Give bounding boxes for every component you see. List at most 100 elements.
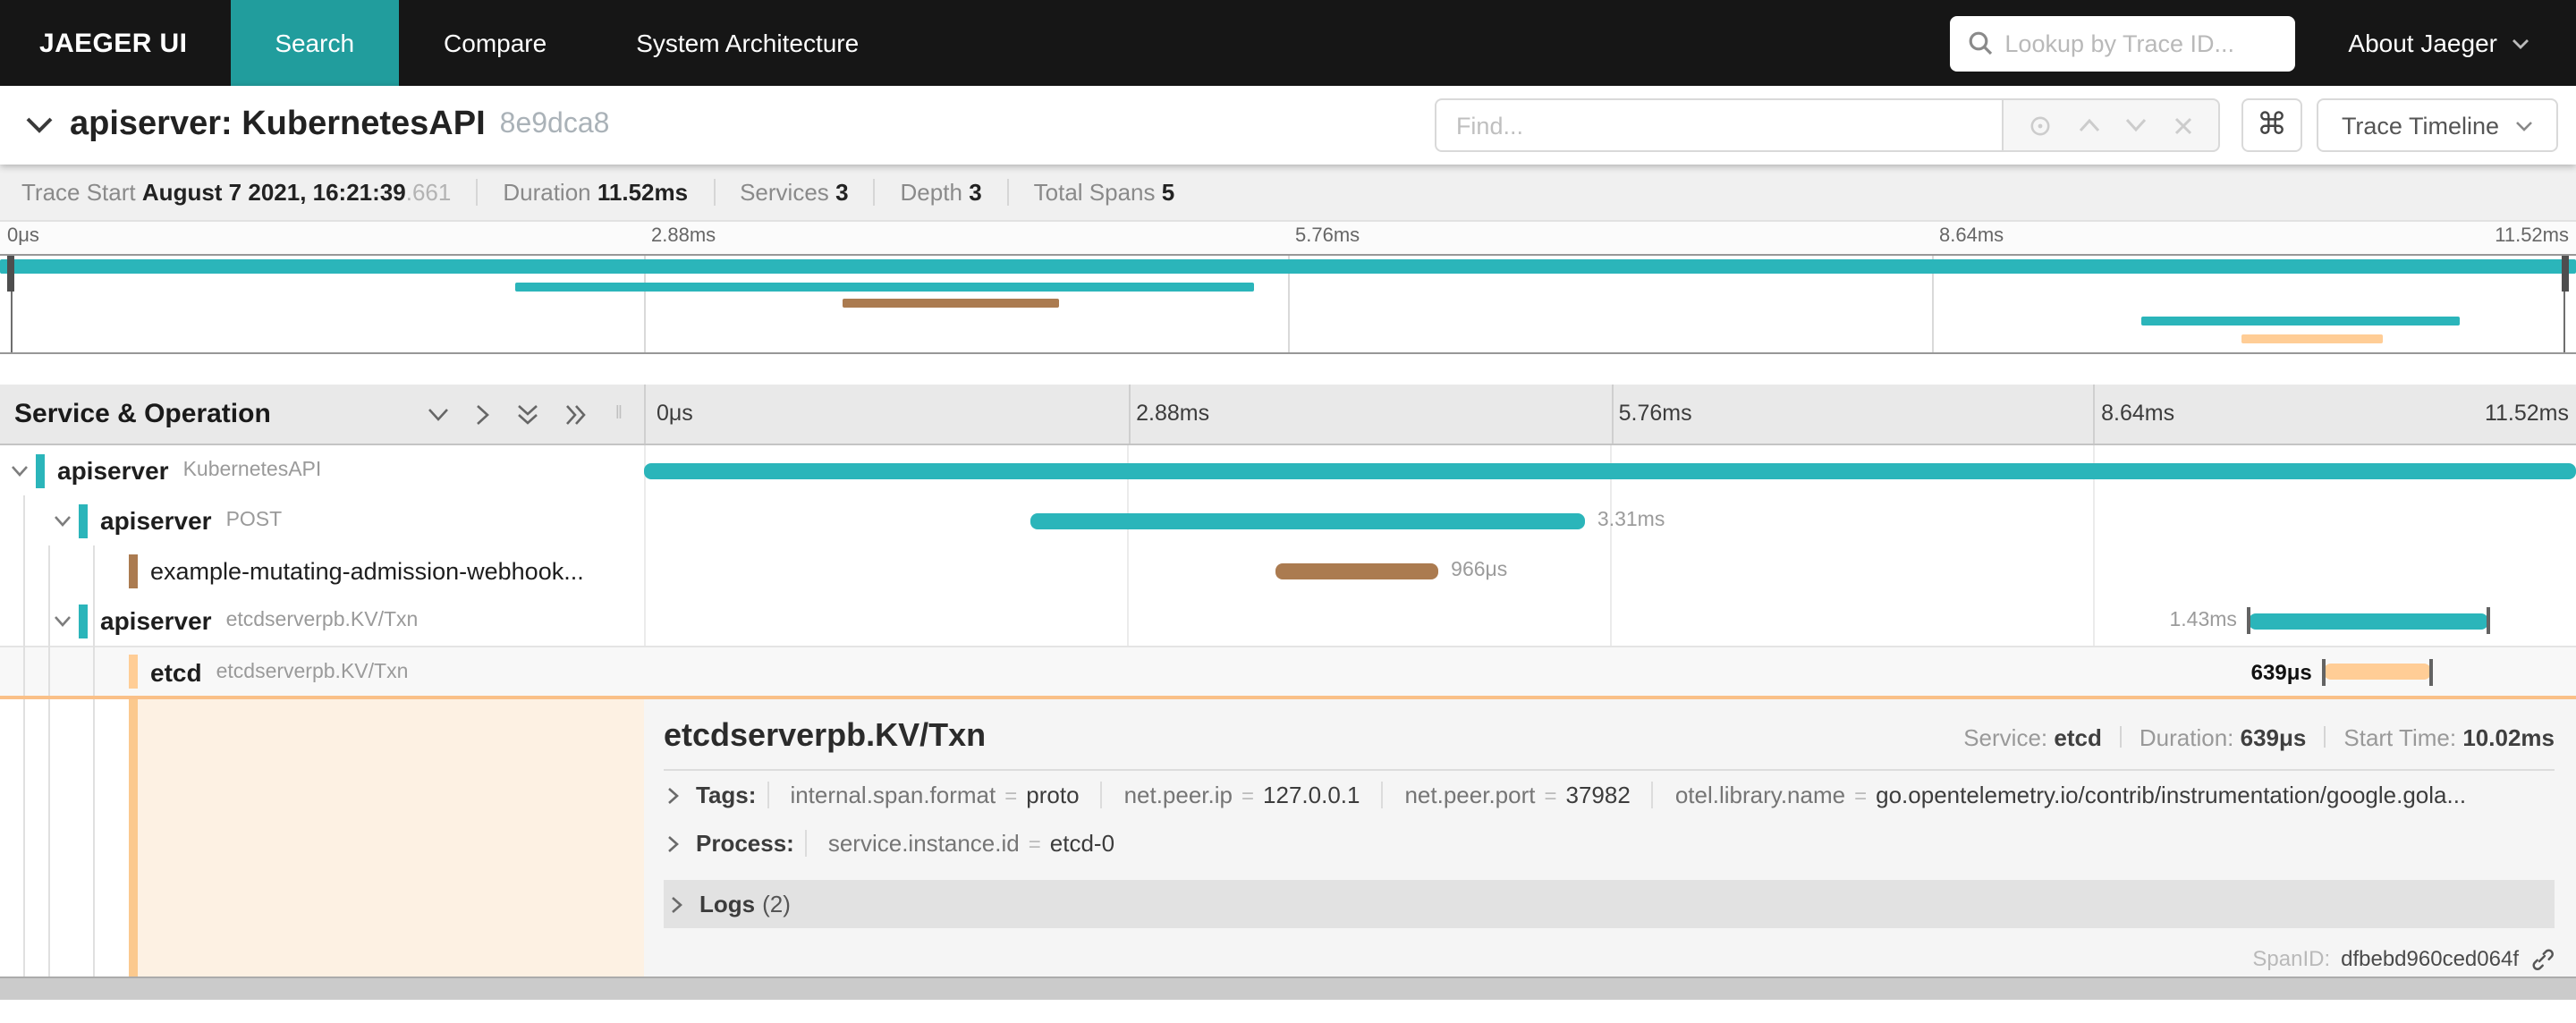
minimap-span-bar bbox=[0, 259, 2576, 274]
trace-minimap[interactable] bbox=[0, 254, 2576, 354]
minimap-span-bar bbox=[2241, 334, 2384, 343]
collapse-one-icon[interactable] bbox=[428, 407, 449, 421]
span-duration-bar[interactable]: 1.43ms bbox=[2170, 607, 2491, 634]
timeline-header-gridline bbox=[1611, 385, 1613, 444]
selected-span-color-bar bbox=[129, 699, 138, 1000]
span-row-webhook[interactable]: example-mutating-admission-webhook... 96… bbox=[0, 545, 2576, 596]
span-name-cell[interactable]: apiserver etcdserverpb.KV/Txn bbox=[0, 596, 644, 646]
column-resize-handle[interactable]: ‖ bbox=[615, 404, 623, 424]
trace-id-lookup-input[interactable]: Lookup by Trace ID... bbox=[1949, 15, 2295, 71]
span-id-label: SpanID: bbox=[2252, 946, 2331, 971]
link-icon[interactable] bbox=[2529, 946, 2555, 971]
chevron-down-icon[interactable] bbox=[54, 514, 73, 527]
span-duration-bar[interactable]: 639μs bbox=[2251, 658, 2434, 685]
span-duration-bar[interactable]: 966μs bbox=[1275, 560, 1507, 581]
span-color-bar bbox=[129, 655, 138, 689]
selected-span-tint bbox=[138, 699, 644, 1000]
equals: = bbox=[1004, 783, 1018, 808]
process-accordion[interactable]: Process: service.instance.id = etcd-0 bbox=[664, 819, 2555, 867]
expand-all-icon[interactable] bbox=[565, 403, 587, 425]
minimap-span-bar bbox=[514, 283, 1255, 292]
tag-key: otel.library.name bbox=[1674, 782, 1846, 808]
tags-label: Tags: bbox=[696, 782, 757, 808]
process-value: etcd-0 bbox=[1049, 830, 1115, 857]
tags-accordion[interactable]: Tags: internal.span.format = proto net.pee… bbox=[664, 771, 2555, 819]
span-color-bar bbox=[79, 604, 88, 638]
equals: = bbox=[1544, 783, 1557, 808]
span-rows-and-detail: apiserver KubernetesAPI apiserver POST 3… bbox=[0, 445, 2576, 1000]
tag-otel-library-name: otel.library.name = go.opentelemetry.io/co… bbox=[1651, 782, 2487, 808]
span-row-apiserver-post[interactable]: apiserver POST 3.31ms bbox=[0, 495, 2576, 545]
span-color-bar bbox=[129, 554, 138, 588]
collapse-all-icon[interactable] bbox=[517, 403, 538, 425]
focus-match-icon[interactable] bbox=[2029, 114, 2053, 137]
span-row-apiserver-kubernetesapi[interactable]: apiserver KubernetesAPI bbox=[0, 445, 2576, 495]
span-detail-area: etcdserverpb.KV/Txn Service: etcd Duratio… bbox=[0, 699, 2576, 1000]
equals: = bbox=[1028, 832, 1041, 857]
span-row-etcd-txn-selected[interactable]: etcd etcdserverpb.KV/Txn 639μs bbox=[0, 646, 2576, 696]
find-group: Find... bbox=[1434, 98, 2220, 152]
logs-label: Logs bbox=[699, 891, 756, 917]
span-row-apiserver-etcd-txn[interactable]: apiserver etcdserverpb.KV/Txn 1.43ms bbox=[0, 596, 2576, 646]
chevron-right-icon[interactable] bbox=[667, 834, 680, 852]
services-value: 3 bbox=[835, 179, 849, 206]
tag-value: go.opentelemetry.io/contrib/instrumentat… bbox=[1876, 782, 2467, 808]
span-name-cell[interactable]: apiserver POST bbox=[0, 495, 644, 545]
chevron-right-icon[interactable] bbox=[671, 895, 683, 913]
search-icon bbox=[1967, 30, 1992, 55]
about-jaeger-label: About Jaeger bbox=[2348, 29, 2497, 57]
span-duration-bar[interactable] bbox=[644, 462, 2576, 478]
tag-net-peer-ip: net.peer.ip = 127.0.0.1 bbox=[1100, 782, 1382, 808]
span-name-cell[interactable]: apiserver KubernetesAPI bbox=[0, 445, 644, 495]
collapse-trace-chevron-icon[interactable] bbox=[25, 116, 54, 134]
clear-find-icon[interactable] bbox=[2173, 115, 2192, 135]
chevron-down-icon[interactable] bbox=[11, 464, 30, 477]
minimap-tick-2: 5.76ms bbox=[1295, 225, 1360, 247]
spacer bbox=[0, 354, 2576, 385]
next-match-icon[interactable] bbox=[2125, 118, 2147, 132]
span-service: example-mutating-admission-webhook... bbox=[150, 557, 584, 584]
equals: = bbox=[1854, 783, 1868, 808]
viewport-right-handle[interactable] bbox=[2562, 256, 2569, 292]
span-detail-panel: etcdserverpb.KV/Txn Service: etcd Duratio… bbox=[644, 699, 2576, 1000]
depth-label: Depth bbox=[900, 179, 962, 206]
process-key: service.instance.id bbox=[827, 830, 1020, 857]
trace-header: apiserver: KubernetesAPI 8e9dca8 Find... bbox=[0, 86, 2576, 165]
summary-duration: Duration 11.52ms bbox=[478, 179, 716, 206]
logs-accordion[interactable]: Logs (2) bbox=[664, 880, 2555, 928]
span-duration-label: 639μs bbox=[2250, 659, 2312, 684]
chevron-down-icon[interactable] bbox=[54, 614, 73, 627]
span-operation: KubernetesAPI bbox=[182, 460, 322, 481]
nav-tab-system-architecture[interactable]: System Architecture bbox=[591, 0, 903, 86]
expand-one-icon[interactable] bbox=[476, 403, 490, 425]
span-name-cell[interactable]: etcd etcdserverpb.KV/Txn bbox=[0, 647, 644, 696]
duration-value: 639μs bbox=[2240, 724, 2307, 751]
span-duration-label: 966μs bbox=[1451, 560, 1508, 581]
timeline-tick-4: 11.52ms bbox=[2484, 401, 2569, 426]
trace-view-selector[interactable]: Trace Timeline bbox=[2316, 98, 2558, 152]
viewport-left-handle[interactable] bbox=[7, 256, 14, 292]
horizontal-scrollbar[interactable] bbox=[0, 976, 2576, 1000]
chevron-right-icon[interactable] bbox=[667, 786, 680, 804]
process-label: Process: bbox=[696, 830, 794, 857]
about-jaeger-menu[interactable]: About Jaeger bbox=[2294, 0, 2576, 86]
keyboard-shortcuts-button[interactable]: ⌘ bbox=[2241, 98, 2302, 152]
trace-id-short: 8e9dca8 bbox=[499, 109, 610, 140]
find-input[interactable]: Find... bbox=[1434, 98, 2004, 152]
span-name-cell[interactable]: example-mutating-admission-webhook... bbox=[0, 545, 644, 596]
span-duration-bar[interactable]: 3.31ms bbox=[1030, 510, 1665, 531]
summary-total-spans: Total Spans 5 bbox=[1009, 179, 1200, 206]
total-spans-label: Total Spans bbox=[1033, 179, 1156, 206]
previous-match-icon[interactable] bbox=[2079, 118, 2100, 132]
jaeger-trace-page: JAEGER UI Search Compare System Architec… bbox=[0, 0, 2576, 1023]
nav-tab-search[interactable]: Search bbox=[230, 0, 400, 86]
chevron-down-icon bbox=[2512, 37, 2529, 49]
minimap-span-bar bbox=[2140, 317, 2461, 326]
app-logo[interactable]: JAEGER UI bbox=[0, 0, 230, 86]
minimap-tick-1: 2.88ms bbox=[651, 225, 716, 247]
trace-view-selector-label: Trace Timeline bbox=[2341, 112, 2499, 139]
minimap-tick-0: 0μs bbox=[7, 225, 39, 247]
nav-tab-compare[interactable]: Compare bbox=[399, 0, 591, 86]
